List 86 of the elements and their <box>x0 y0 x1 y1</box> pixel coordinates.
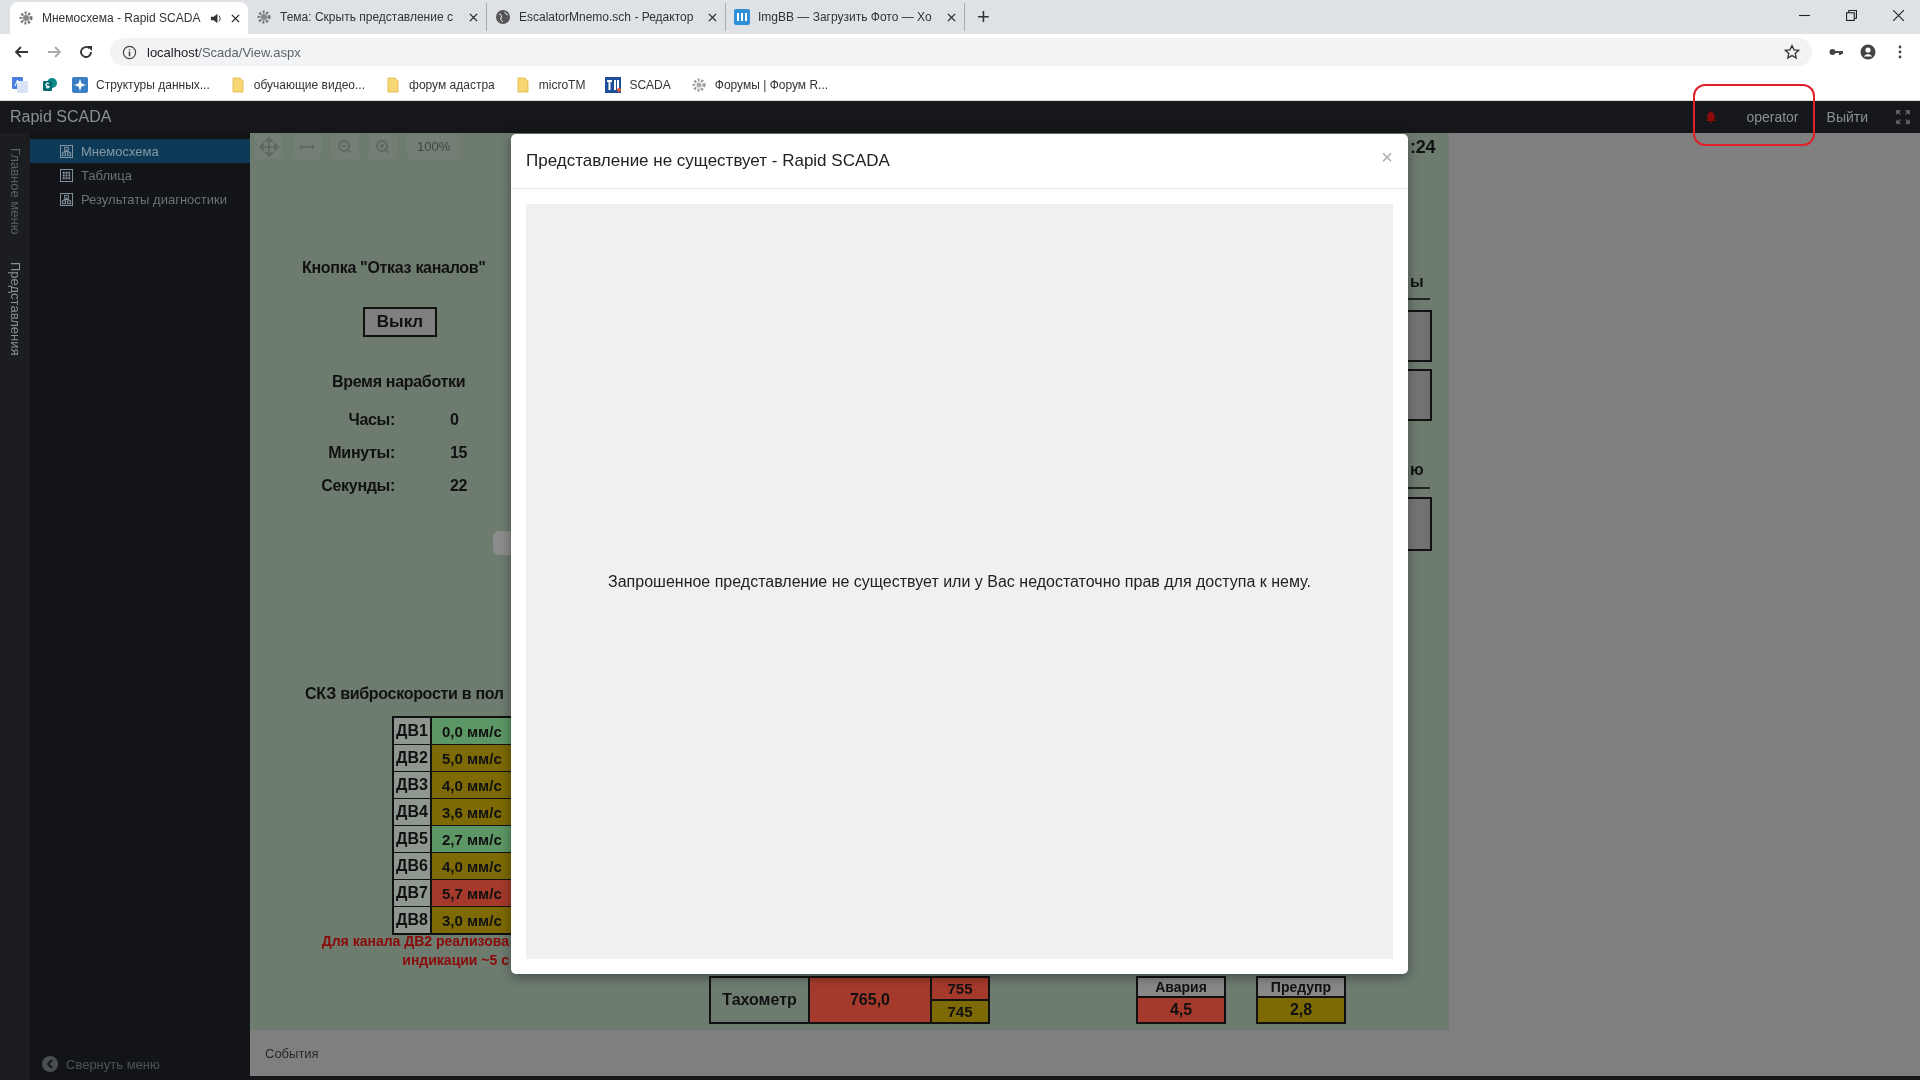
clock-text: :24 <box>1410 137 1436 158</box>
tab-title: Мнемосхема - Rapid SCADA <box>42 11 202 25</box>
view-item[interactable]: Таблица <box>30 163 250 187</box>
limit-value: 745 <box>932 1001 988 1022</box>
runtime-title: Время наработки <box>332 373 466 391</box>
logout-link[interactable]: Выйти <box>1826 109 1868 125</box>
vibration-title: СКЗ виброскорости в пол <box>305 685 504 703</box>
browser-tab[interactable]: EscalatorMnemo.sch - Редактор <box>487 3 726 31</box>
back-icon[interactable] <box>14 44 30 60</box>
fullscreen-icon[interactable] <box>1896 110 1910 124</box>
grid-icon <box>60 168 73 182</box>
bookmark-link[interactable]: SCADA <box>605 77 677 93</box>
close-icon[interactable] <box>1893 10 1904 21</box>
control-title: Кнопка "Отказ каналов" <box>302 259 486 277</box>
label-fragment: ы <box>1410 273 1424 291</box>
folder-icon <box>514 77 531 93</box>
sheet-icon[interactable] <box>42 77 58 93</box>
tach-value: 765,0 <box>810 978 932 1022</box>
note-text: Для канала ДВ2 реализова <box>321 933 509 949</box>
runtime-value: 22 <box>450 477 468 495</box>
channel-name: ДВ6 <box>394 853 432 879</box>
url-path: /Scada/View.aspx <box>198 44 301 60</box>
globe-icon <box>495 9 511 25</box>
limit-value: 2,8 <box>1258 998 1344 1022</box>
browser-tab[interactable]: Мнемосхема - Rapid SCADA <box>10 2 248 34</box>
view-item[interactable]: Результаты диагностики <box>30 187 250 211</box>
close-icon[interactable] <box>708 12 717 22</box>
gear-icon <box>256 9 272 25</box>
tab-title: Тема: Скрыть представление с <box>280 10 454 24</box>
bookmark-link[interactable]: Форумы | Форум R... <box>690 77 835 93</box>
close-icon[interactable] <box>947 12 956 22</box>
pipe-shape <box>493 531 513 555</box>
app-title: Rapid SCADA <box>10 108 112 126</box>
address-field[interactable]: localhost/Scada/View.aspx <box>110 38 1812 66</box>
channel-name: ДВ4 <box>394 799 432 825</box>
gear-icon <box>18 10 34 26</box>
dialog-title: Представление не существует - Rapid SCADA <box>526 151 890 171</box>
runtime-label: Минуты: <box>328 444 395 462</box>
bookmark-link[interactable]: обучающие видео... <box>229 77 371 93</box>
account-icon[interactable] <box>1860 44 1876 60</box>
limit-label: Предупр <box>1258 978 1344 998</box>
browser-tab[interactable]: ImgBB — Загрузить Фото — Хо <box>726 3 965 31</box>
channel-name: ДВ7 <box>394 880 432 906</box>
translate-icon[interactable] <box>12 77 28 93</box>
label-fragment: ю <box>1410 461 1424 479</box>
gear-icon <box>690 77 707 93</box>
limit-value: 4,5 <box>1138 998 1224 1022</box>
diagram-icon <box>60 144 73 158</box>
channel-name: ДВ1 <box>394 718 432 744</box>
bookmark-link[interactable]: форум адастра <box>385 77 501 93</box>
app-icon <box>72 77 88 93</box>
runtime-label: Часы: <box>348 411 395 429</box>
channel-name: ДВ8 <box>394 907 432 933</box>
star-icon[interactable] <box>1784 44 1800 60</box>
runtime-value: 15 <box>450 444 468 462</box>
reload-icon[interactable] <box>78 44 94 60</box>
events-tab[interactable]: События <box>265 1045 319 1061</box>
bookmark-link[interactable]: Структуры данных... <box>72 77 216 93</box>
user-link[interactable]: operator <box>1746 109 1799 125</box>
note-text: индикации ~5 с <box>402 952 509 968</box>
folder-icon <box>385 77 401 93</box>
channel-name: ДВ3 <box>394 772 432 798</box>
rail-tab[interactable]: Представления <box>7 262 23 356</box>
runtime-label: Секунды: <box>321 477 395 495</box>
close-icon[interactable] <box>469 12 478 22</box>
diagram-icon <box>60 192 73 206</box>
runtime-value: 0 <box>450 411 459 429</box>
tab-title: ImgBB — Загрузить Фото — Хо <box>758 10 933 24</box>
close-icon[interactable] <box>231 13 240 23</box>
browser-tab[interactable]: Тема: Скрыть представление с <box>248 3 487 31</box>
logo-icon <box>734 9 750 25</box>
channel-name: ДВ5 <box>394 826 432 852</box>
folder-icon <box>229 77 246 93</box>
dialog-message: Запрошенное представление не существует или у Вас недостаточно прав для доступа к нему. <box>608 572 1311 591</box>
limit-label: Авария <box>1138 978 1224 998</box>
info-icon[interactable] <box>122 44 137 60</box>
restore-icon[interactable] <box>1846 10 1857 21</box>
url-host: localhost <box>147 44 199 60</box>
channel-name: ДВ2 <box>394 745 432 771</box>
logo-icon <box>605 77 622 93</box>
view-item[interactable]: Мнемосхема <box>30 139 250 163</box>
tab-title: EscalatorMnemo.sch - Редактор <box>519 10 695 24</box>
bookmark-link[interactable]: microTM <box>514 77 592 93</box>
toggle-button[interactable]: Выкл <box>363 307 437 337</box>
new-tab-button[interactable]: + <box>977 4 990 30</box>
limit-value: 755 <box>932 978 988 1001</box>
